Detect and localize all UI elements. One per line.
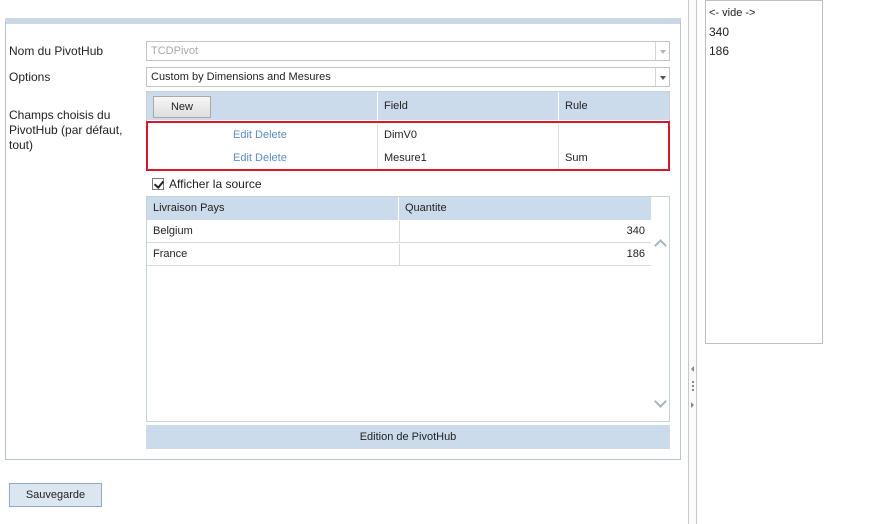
show-source-checkbox[interactable] (152, 178, 164, 190)
list-item[interactable]: 340 (709, 23, 819, 42)
nom-label: Nom du PivotHub (9, 44, 104, 58)
pays-cell: Belgium (153, 225, 193, 237)
save-button[interactable]: Sauvegarde (9, 483, 102, 507)
options-label: Options (9, 70, 51, 84)
table-row: France 186 (147, 244, 651, 266)
new-button[interactable]: New (153, 96, 211, 118)
table-row: Belgium 340 (147, 221, 651, 243)
column-header-quantite[interactable]: Quantite (399, 197, 651, 220)
champs-label: Champs choisis du PivotHub (par défaut, … (9, 108, 122, 153)
quantite-cell: 186 (399, 244, 645, 265)
column-header-rule: Rule (558, 92, 671, 120)
highlight-box (146, 121, 670, 171)
source-table-header: Livraison Pays Quantite (147, 197, 651, 220)
options-select-value: Custom by Dimensions and Mesures (151, 71, 331, 83)
panel-splitter[interactable] (688, 0, 697, 524)
scroll-down-icon[interactable] (654, 397, 666, 409)
column-header-field: Field (377, 92, 557, 120)
chevron-down-icon (655, 42, 669, 60)
list-item[interactable]: <- vide -> (709, 5, 819, 21)
nom-select: TCDPivot (146, 41, 670, 61)
grip-icon (692, 381, 694, 393)
quantite-cell: 340 (399, 221, 645, 242)
collapse-left-icon[interactable] (691, 366, 694, 372)
column-header-livraison-pays[interactable]: Livraison Pays (147, 197, 399, 220)
pays-cell: France (153, 248, 188, 260)
champs-label-line-3: tout) (9, 138, 34, 152)
collapse-right-icon[interactable] (691, 402, 694, 408)
options-select[interactable]: Custom by Dimensions and Mesures (146, 67, 670, 87)
fields-table-header: New Field Rule (147, 92, 669, 120)
chevron-down-icon[interactable] (655, 68, 669, 86)
champs-label-line-2: PivotHub (par défaut, (9, 123, 123, 137)
values-list[interactable]: <- vide -> 340 186 (705, 0, 823, 344)
show-source-label: Afficher la source (169, 177, 262, 191)
nom-select-value: TCDPivot (151, 45, 199, 57)
source-table: Livraison Pays Quantite Belgium 340 Fran… (146, 196, 670, 422)
champs-label-line-1: Champs choisis du (9, 108, 111, 122)
scroll-up-icon[interactable] (654, 237, 666, 249)
list-item[interactable]: 186 (709, 42, 819, 61)
edition-bar: Edition de PivotHub (146, 425, 670, 449)
